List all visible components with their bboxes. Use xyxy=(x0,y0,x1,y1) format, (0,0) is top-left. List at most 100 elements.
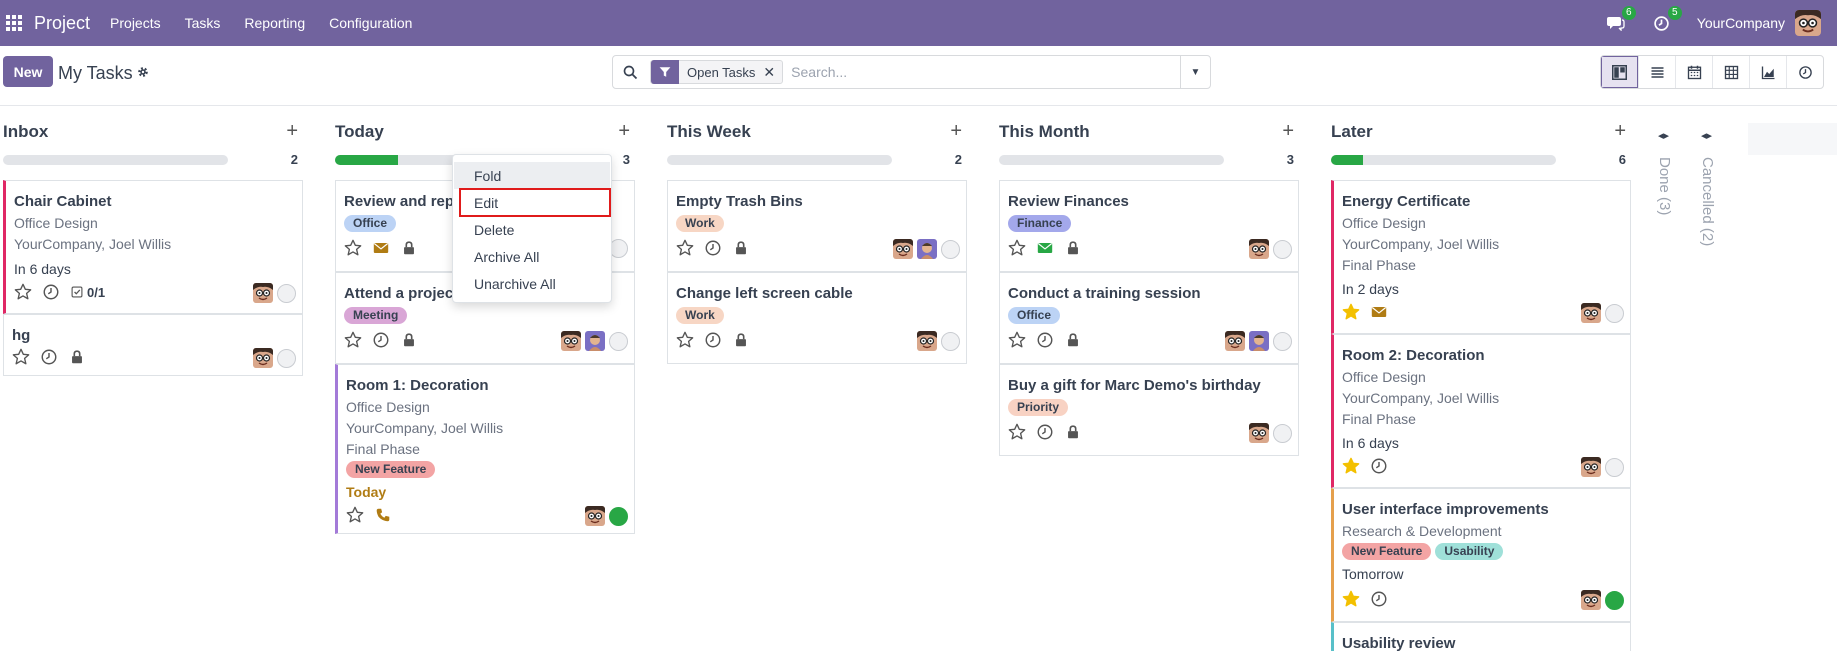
status-circle[interactable] xyxy=(609,331,628,351)
plus-icon[interactable]: + xyxy=(618,120,630,143)
kanban-card[interactable]: Conduct a training session Office xyxy=(999,272,1299,364)
status-circle[interactable] xyxy=(1273,423,1292,443)
subtasks-counter[interactable]: 0/1 xyxy=(70,285,105,300)
kanban-card[interactable]: Empty Trash Bins Work xyxy=(667,180,967,272)
phone-icon[interactable] xyxy=(374,506,392,524)
clock-icon[interactable] xyxy=(1370,590,1388,608)
gear-icon[interactable] xyxy=(137,66,149,81)
search-input[interactable] xyxy=(791,64,1180,80)
menu-projects[interactable]: Projects xyxy=(110,15,161,31)
clock-icon[interactable] xyxy=(704,331,722,349)
add-column-placeholder[interactable] xyxy=(1748,123,1837,155)
view-list-button[interactable] xyxy=(1638,56,1675,88)
avatar[interactable] xyxy=(917,239,937,259)
avatar[interactable] xyxy=(585,331,605,351)
avatar[interactable] xyxy=(253,348,273,368)
avatar[interactable] xyxy=(1581,303,1601,323)
star-icon[interactable] xyxy=(1008,331,1026,349)
mail-icon[interactable] xyxy=(372,239,390,257)
avatar[interactable] xyxy=(1581,457,1601,477)
kanban-card[interactable]: User interface improvements Research & D… xyxy=(1331,488,1631,622)
star-icon[interactable] xyxy=(1342,590,1360,608)
company-switcher[interactable]: YourCompany xyxy=(1697,15,1785,31)
avatar[interactable] xyxy=(893,239,913,259)
column-header[interactable]: This Week + xyxy=(664,120,968,144)
folded-column-done[interactable]: ◂▸ Done (3) xyxy=(1649,107,1683,307)
column-progressbar[interactable] xyxy=(667,155,892,165)
menu-item-fold[interactable]: Fold xyxy=(454,162,610,189)
view-graph-button[interactable] xyxy=(1749,56,1786,88)
avatar[interactable] xyxy=(1249,239,1269,259)
status-circle[interactable] xyxy=(277,283,296,303)
column-progressbar[interactable] xyxy=(999,155,1224,165)
menu-item-edit[interactable]: Edit xyxy=(459,188,611,217)
close-icon[interactable]: ✕ xyxy=(763,64,775,81)
clock-icon[interactable] xyxy=(42,283,60,301)
avatar[interactable] xyxy=(253,283,273,303)
view-pivot-button[interactable] xyxy=(1712,56,1749,88)
status-circle[interactable] xyxy=(609,506,628,526)
column-header[interactable]: This Month + xyxy=(996,120,1300,144)
column-header[interactable]: Inbox + xyxy=(0,120,304,144)
view-kanban-button[interactable] xyxy=(1601,56,1638,88)
kanban-card[interactable]: hg xyxy=(3,314,303,376)
star-icon[interactable] xyxy=(346,506,364,524)
clock-icon[interactable] xyxy=(1036,423,1054,441)
kanban-card[interactable]: Energy Certificate Office Design YourCom… xyxy=(1331,180,1631,334)
plus-icon[interactable]: + xyxy=(950,120,962,143)
avatar[interactable] xyxy=(1249,331,1269,351)
user-avatar[interactable] xyxy=(1795,10,1821,36)
new-button[interactable]: New xyxy=(3,56,53,87)
menu-item-archive-all[interactable]: Archive All xyxy=(454,243,610,270)
kanban-card[interactable]: Buy a gift for Marc Demo's birthday Prio… xyxy=(999,364,1299,456)
column-header[interactable]: Today + xyxy=(332,120,636,144)
avatar[interactable] xyxy=(1249,423,1269,443)
kanban-card[interactable]: Chair Cabinet Office Design YourCompany,… xyxy=(3,180,303,314)
menu-reporting[interactable]: Reporting xyxy=(244,15,305,31)
avatar[interactable] xyxy=(1581,590,1601,610)
status-circle[interactable] xyxy=(1273,239,1292,259)
clock-icon[interactable] xyxy=(1370,457,1388,475)
star-icon[interactable] xyxy=(1008,423,1026,441)
plus-icon[interactable]: + xyxy=(1614,120,1626,143)
status-circle[interactable] xyxy=(1605,457,1624,477)
star-icon[interactable] xyxy=(344,331,362,349)
avatar[interactable] xyxy=(561,331,581,351)
app-name[interactable]: Project xyxy=(34,13,90,34)
view-calendar-button[interactable] xyxy=(1675,56,1712,88)
star-icon[interactable] xyxy=(676,239,694,257)
expand-arrows-icon[interactable]: ◂▸ xyxy=(1701,129,1712,142)
star-icon[interactable] xyxy=(676,331,694,349)
star-icon[interactable] xyxy=(1008,239,1026,257)
messages-button[interactable]: 6 xyxy=(1605,6,1636,34)
star-icon[interactable] xyxy=(1342,303,1360,321)
expand-arrows-icon[interactable]: ◂▸ xyxy=(1658,129,1669,142)
status-circle[interactable] xyxy=(277,348,296,368)
plus-icon[interactable]: + xyxy=(1282,120,1294,143)
clock-icon[interactable] xyxy=(704,239,722,257)
status-circle[interactable] xyxy=(1273,331,1292,351)
clock-icon[interactable] xyxy=(40,348,58,366)
menu-tasks[interactable]: Tasks xyxy=(185,15,221,31)
star-icon[interactable] xyxy=(12,348,30,366)
star-icon[interactable] xyxy=(344,239,362,257)
avatar[interactable] xyxy=(585,506,605,526)
avatar[interactable] xyxy=(917,331,937,351)
star-icon[interactable] xyxy=(14,283,32,301)
status-circle[interactable] xyxy=(941,239,960,259)
search-options-toggle[interactable]: ▼ xyxy=(1180,56,1210,88)
folded-column-cancelled[interactable]: ◂▸ Cancelled (2) xyxy=(1692,107,1726,307)
star-icon[interactable] xyxy=(1342,457,1360,475)
apps-menu-icon[interactable] xyxy=(6,15,22,31)
column-progressbar[interactable] xyxy=(3,155,228,165)
plus-icon[interactable]: + xyxy=(286,120,298,143)
mail-icon[interactable] xyxy=(1370,303,1388,321)
clock-icon[interactable] xyxy=(372,331,390,349)
kanban-card[interactable]: Review Finances Finance xyxy=(999,180,1299,272)
menu-item-delete[interactable]: Delete xyxy=(454,216,610,243)
activities-button[interactable]: 5 xyxy=(1651,6,1682,34)
kanban-card[interactable]: Room 2: Decoration Office Design YourCom… xyxy=(1331,334,1631,488)
clock-icon[interactable] xyxy=(1036,331,1054,349)
mail-icon[interactable] xyxy=(1036,239,1054,257)
column-progressbar[interactable] xyxy=(1331,155,1556,165)
